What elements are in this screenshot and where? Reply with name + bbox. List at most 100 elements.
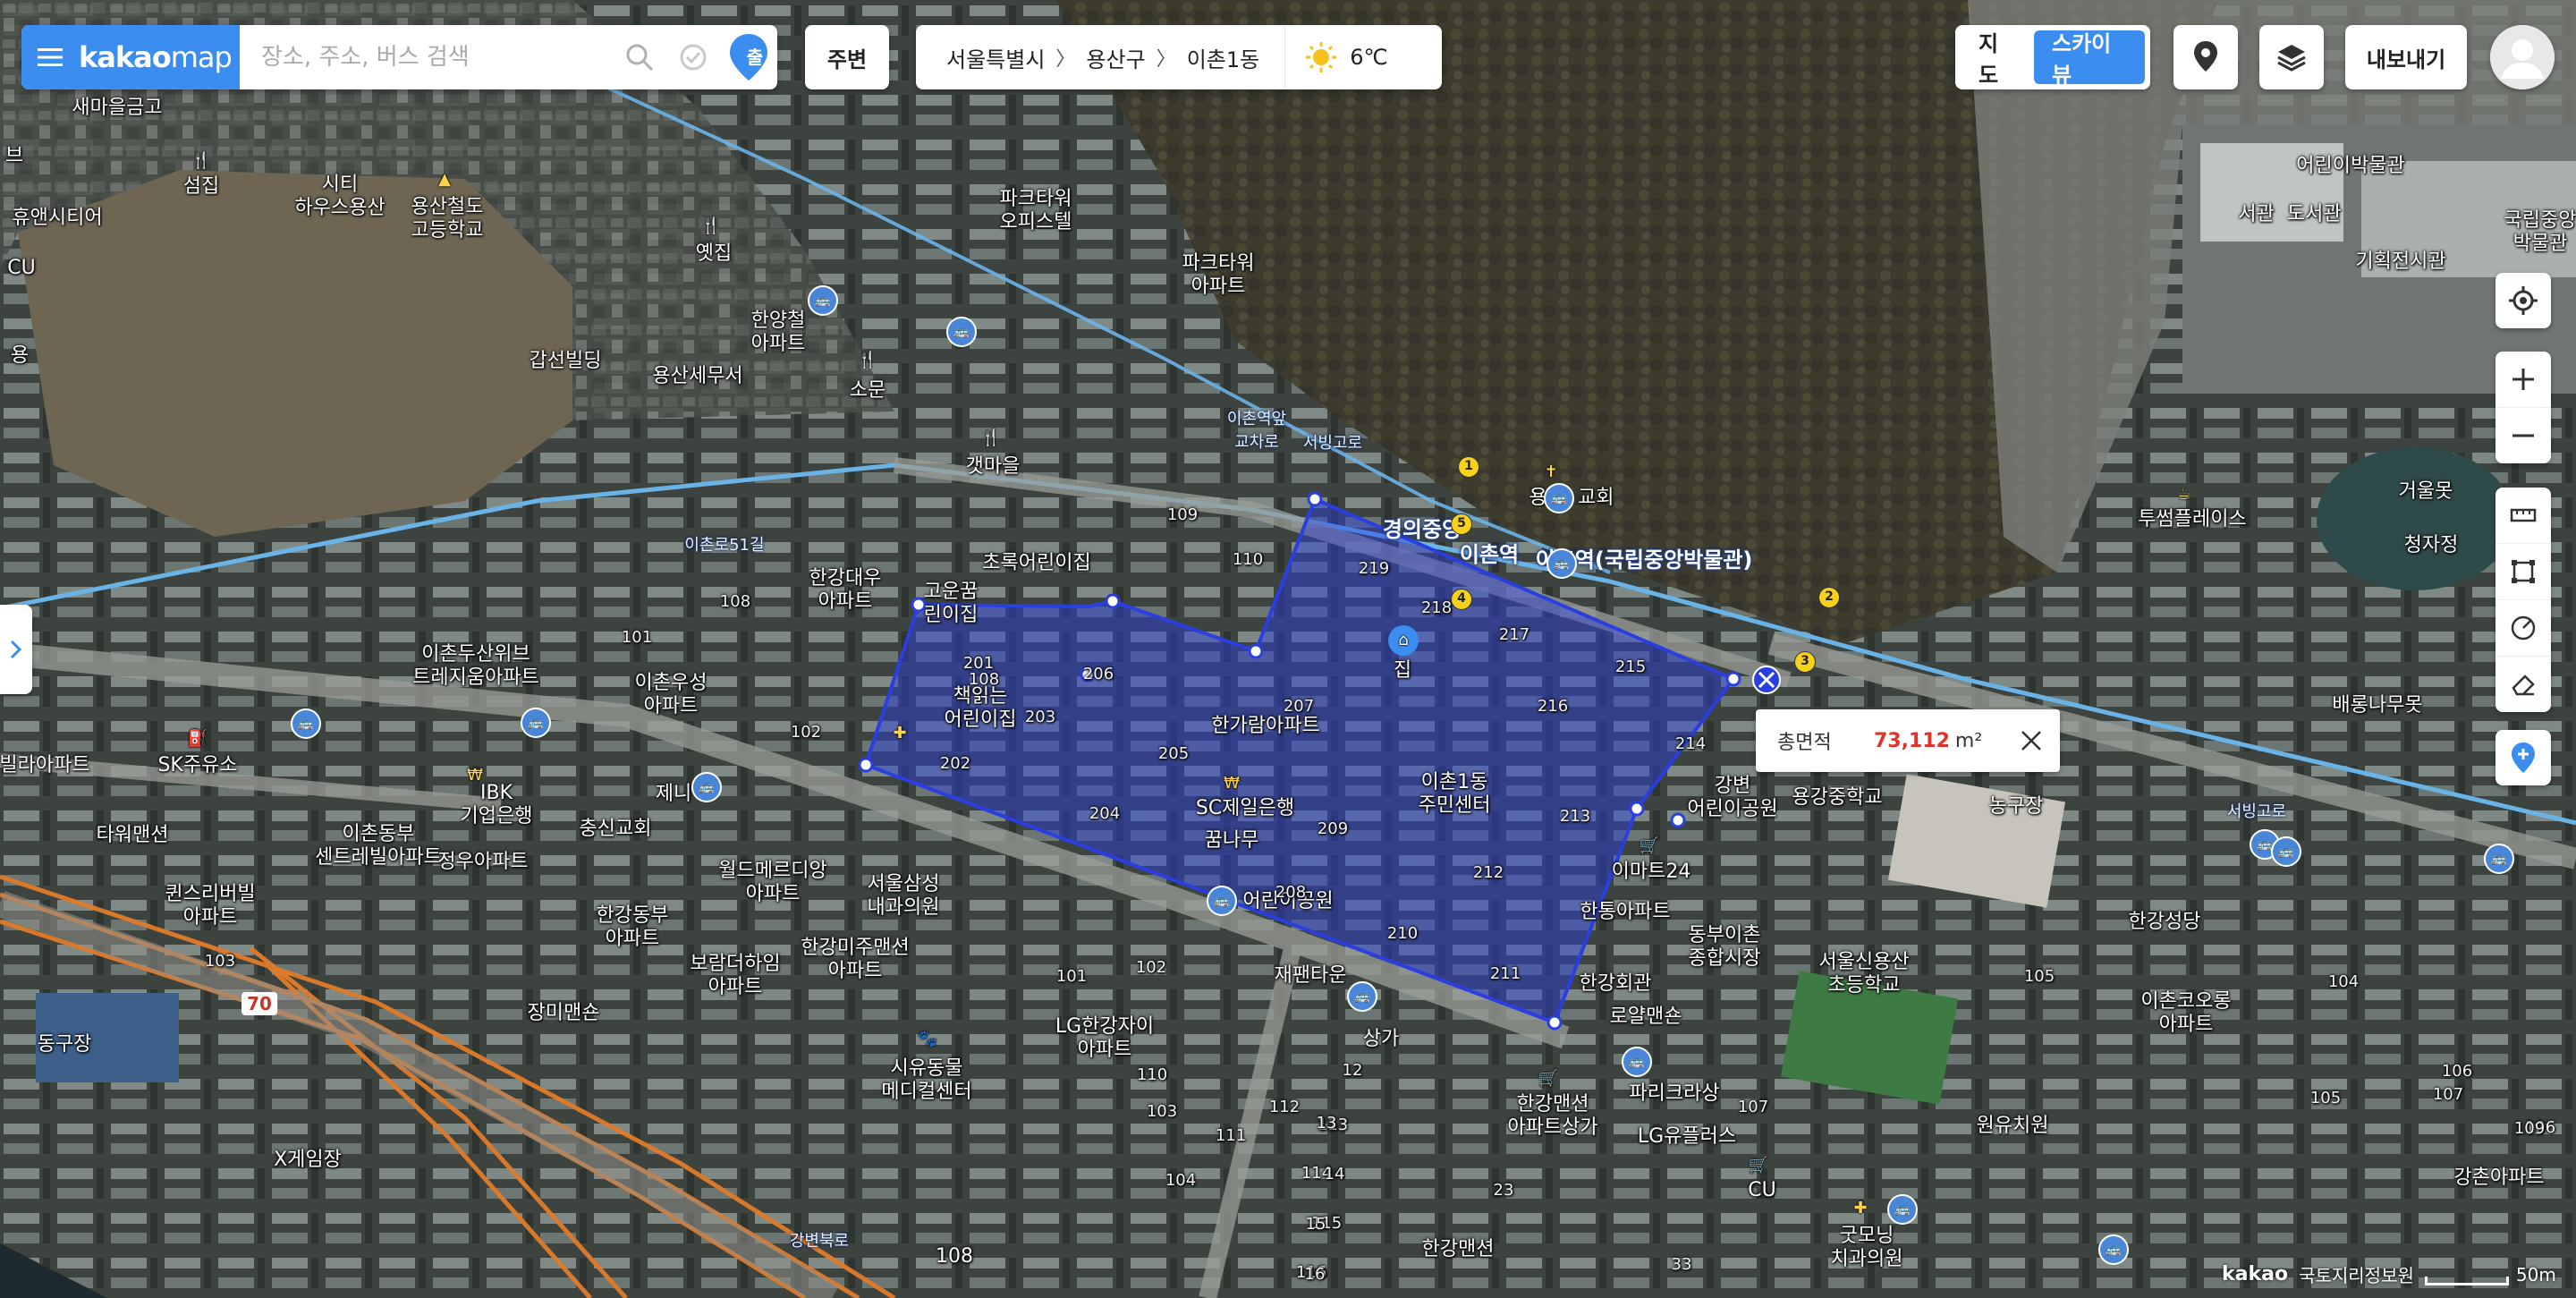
menu-button[interactable]	[21, 25, 79, 89]
map-place-label[interactable]: CU	[1748, 1179, 1775, 1202]
zoom-out-button[interactable]	[2496, 407, 2551, 463]
radius-measure-button[interactable]	[2496, 599, 2551, 656]
map-place-label[interactable]: 상가	[1363, 1028, 1399, 1051]
bus-stop-icon[interactable]: 🚌	[2484, 844, 2514, 874]
map-place-label[interactable]: 배롱나무못	[2332, 694, 2422, 717]
breadcrumb-dong[interactable]: 이촌1동	[1176, 42, 1271, 73]
pet-hospital-icon[interactable]: 🐾	[916, 1028, 939, 1051]
pharmacy-icon[interactable]: ✚	[888, 722, 911, 745]
bus-stop-icon[interactable]: 🚌	[808, 285, 838, 316]
map-place-label[interactable]: X게임장	[274, 1149, 342, 1172]
subway-exit-icon[interactable]: 1	[1458, 456, 1479, 478]
bus-stop-icon[interactable]: 🚌	[521, 708, 551, 738]
map-place-label[interactable]: 꿈나무	[1205, 829, 1259, 853]
close-popup-button[interactable]	[2019, 728, 2044, 753]
map-place-label[interactable]: 재팬타운	[1275, 964, 1347, 988]
store-icon[interactable]: 🛒	[1537, 1067, 1560, 1090]
map-place-label[interactable]: 용	[11, 344, 29, 368]
map-place-label[interactable]: 강변북로	[790, 1230, 849, 1253]
layers-button[interactable]	[2259, 25, 2324, 89]
map-place-label[interactable]: 이촌역	[1460, 543, 1519, 566]
check-button[interactable]	[666, 25, 720, 89]
map-place-label[interactable]: 브	[5, 145, 23, 168]
map-place-label[interactable]: 한강성당	[2129, 911, 2201, 934]
map-place-label[interactable]: 갑선빌딩	[530, 350, 602, 373]
map-place-label[interactable]: 경의중앙	[1383, 518, 1462, 541]
map-place-label[interactable]: 청자정	[2404, 534, 2459, 557]
map-place-label[interactable]: 투썸플레이스	[2138, 508, 2246, 531]
map-place-label[interactable]: 기획전시관	[2355, 250, 2445, 274]
map-place-label[interactable]: 옛집	[696, 242, 732, 266]
distance-measure-button[interactable]	[2496, 488, 2551, 543]
map-place-label[interactable]: 월드메르디앙 아파트	[718, 860, 826, 906]
map-place-label[interactable]: 어린이박물관	[2296, 155, 2404, 178]
weather-widget[interactable]: 6℃	[1285, 41, 1407, 73]
map-place-label[interactable]: 용산철도 고등학교	[411, 196, 484, 242]
map-place-label[interactable]: 고운꿈 린이집	[924, 581, 979, 627]
add-place-button[interactable]	[2496, 730, 2551, 785]
map-place-label[interactable]: 책읽는 어린이집	[945, 685, 1017, 732]
store-icon[interactable]: 🛒	[1747, 1154, 1770, 1177]
school-icon[interactable]: ▲	[433, 168, 456, 191]
restaurant-icon[interactable]: 🍴	[190, 149, 213, 173]
map-place-label[interactable]: 한강맨션	[1422, 1238, 1495, 1261]
map-place-label[interactable]: 이촌두산위브 트레지움아파트	[412, 643, 539, 690]
map-place-label[interactable]: 용강중학교	[1792, 786, 1882, 810]
map-place-label[interactable]: 한양철 아파트	[751, 310, 806, 356]
map-place-label[interactable]: SC제일은행	[1196, 797, 1294, 820]
map-place-label[interactable]: 강촌아파트	[2453, 1167, 2544, 1190]
subway-exit-icon[interactable]: 4	[1451, 589, 1472, 610]
subway-exit-icon[interactable]: 2	[1818, 587, 1840, 608]
map-place-label[interactable]: LG한강자이 아파트	[1055, 1015, 1154, 1062]
map-place-label[interactable]: 동부이촌 종합시장	[1689, 924, 1761, 971]
map-place-label[interactable]: 파크타워 아파트	[1182, 252, 1255, 299]
kakaomap-logo[interactable]: kakaomap	[79, 40, 233, 74]
map-place-label[interactable]: 갯마을	[966, 455, 1021, 479]
bank-icon[interactable]: ₩	[463, 764, 487, 787]
map-place-label[interactable]: 새마을금고	[72, 97, 162, 120]
map-place-label[interactable]: 서빙고로	[1303, 432, 1362, 455]
map-place-label[interactable]: 시유동물 메디컬센터	[881, 1057, 971, 1104]
store-icon[interactable]: 🛒	[1638, 835, 1661, 858]
map-place-label[interactable]: CU	[7, 257, 35, 280]
search-button[interactable]	[613, 25, 666, 89]
restaurant-icon[interactable]: 🍴	[979, 427, 1003, 450]
map-place-label[interactable]: 원유치원	[1977, 1115, 2049, 1138]
map-place-label[interactable]: 충신교회	[580, 818, 652, 841]
bus-stop-icon[interactable]: 🚌	[1347, 981, 1377, 1012]
user-avatar[interactable]	[2490, 25, 2555, 89]
nearby-button[interactable]: 주변	[805, 25, 889, 89]
breadcrumb-city[interactable]: 서울특별시	[916, 42, 1055, 73]
map-place-label[interactable]: 퀸스리버빌 아파트	[165, 883, 255, 929]
bus-stop-icon[interactable]: 🚌	[2271, 836, 2301, 867]
map-place-label[interactable]: 70	[242, 992, 277, 1015]
map-place-label[interactable]: 장미맨숀	[528, 1002, 600, 1025]
map-place-label[interactable]: 한강미주맨션 아파트	[801, 937, 909, 983]
map-place-label[interactable]: 타워맨션	[97, 824, 169, 847]
map-place-label[interactable]: 정우아파트	[437, 851, 528, 874]
map-place-label[interactable]: 서울삼성 내과의원	[868, 873, 940, 920]
bus-stop-icon[interactable]: 🚌	[1622, 1047, 1652, 1077]
directions-button[interactable]: 출	[720, 25, 777, 89]
restaurant-icon[interactable]: 🍴	[856, 349, 879, 372]
map-place-label[interactable]: 농구장	[1989, 795, 2044, 819]
current-location-button[interactable]	[2496, 273, 2551, 328]
map-place-label[interactable]: 제니	[656, 783, 691, 806]
map-place-label[interactable]: 한강맨션 아파트상가	[1507, 1093, 1597, 1140]
map-place-label[interactable]: 108	[936, 1245, 973, 1268]
map-place-label[interactable]: 한강대우 아파트	[809, 567, 882, 614]
map-place-label[interactable]: 서관 도서관	[2238, 203, 2341, 226]
map-place-label[interactable]: 초록어린이집	[982, 552, 1090, 575]
map-place-label[interactable]: 파크타워 오피스텔	[1000, 188, 1072, 234]
map-place-label[interactable]: SK주유소	[157, 754, 237, 777]
area-measure-button[interactable]	[2496, 543, 2551, 599]
map-place-label[interactable]: 로얄맨숀	[1610, 1005, 1682, 1029]
map-place-label[interactable]: 이촌1동 주민센터	[1419, 771, 1491, 818]
zoom-in-button[interactable]	[2496, 352, 2551, 407]
map-place-label[interactable]: LG유플러스	[1638, 1125, 1736, 1149]
eraser-button[interactable]	[2496, 656, 2551, 712]
roadview-button[interactable]	[2174, 25, 2238, 89]
map-type-map-button[interactable]: 지도	[1961, 30, 2034, 88]
map-place-label[interactable]: 이촌동부 센트레빌아파트	[315, 823, 442, 870]
bus-stop-icon[interactable]: 🚌	[946, 317, 977, 347]
